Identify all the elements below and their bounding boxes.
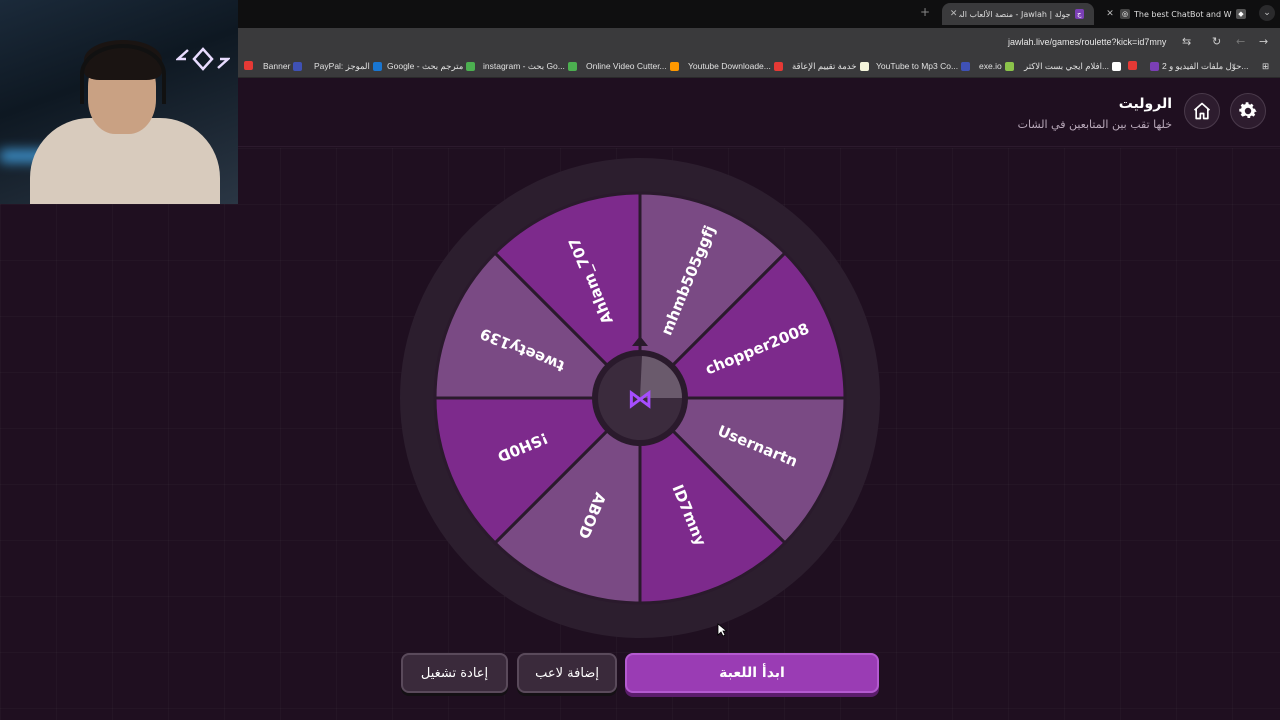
chatbot-favicon-icon: ◎ — [1120, 9, 1130, 19]
bookmark-item[interactable]: instagram - بحث Go... — [483, 61, 577, 72]
settings-button[interactable] — [1230, 93, 1266, 129]
bookmark-item[interactable]: خدمة تقييم الإعاقة — [792, 61, 869, 72]
home-button[interactable] — [1184, 93, 1220, 129]
bookmark-favicon-icon — [773, 61, 783, 71]
forward-icon[interactable]: ← — [1236, 35, 1245, 48]
bookmark-favicon-icon — [669, 61, 679, 71]
bookmark-item[interactable]: exe.io — [979, 61, 1014, 71]
start-game-button[interactable]: ابدأ اللعبة — [625, 653, 879, 693]
gmail-bookmark[interactable] — [244, 61, 253, 70]
streamer-webcam — [0, 0, 238, 204]
gmail-favicon-icon — [244, 61, 253, 70]
extension-icon: ◆ — [1236, 9, 1246, 19]
tab-title: The best ChatBot and Widg — [1134, 9, 1232, 19]
new-tab-button[interactable]: + — [920, 5, 930, 19]
neon-logo-icon — [176, 47, 230, 71]
jawlah-favicon-icon: ج — [1074, 9, 1084, 19]
close-tab-icon[interactable]: ✕ — [948, 9, 959, 19]
bookmark-item[interactable]: 2 حوّل ملفات الفيديو و... — [1150, 61, 1249, 72]
bookmark-item[interactable]: افلام ايجي بست الاكثر... — [1024, 61, 1122, 72]
mouse-cursor-icon — [717, 623, 727, 637]
bookmark-item[interactable] — [1128, 61, 1137, 70]
bookmark-favicon-icon — [1150, 62, 1159, 71]
site-settings-icon[interactable]: ⇆ — [1182, 35, 1191, 48]
bookmark-item[interactable]: YouTube to Mp3 Co... — [876, 61, 971, 71]
jawlah-logo-icon: ⋈ — [627, 385, 653, 415]
bookmark-item[interactable]: Youtube Downloade... — [688, 61, 783, 71]
url-field[interactable]: jawlah.live/games/roulette?kick=id7mny — [1008, 37, 1166, 47]
bookmark-favicon-icon — [859, 62, 869, 71]
tab-title: جولة | Jawlah - منصة الألعاب الت — [959, 9, 1071, 19]
bookmark-favicon-icon — [1004, 61, 1014, 71]
tab-search-chevron-icon[interactable]: ⌄ — [1259, 5, 1275, 21]
paypal-favicon-icon — [372, 62, 382, 71]
page-subtitle: خلها تقب بين المتابعين في الشات — [1017, 118, 1172, 131]
tab-chatbot[interactable]: ✕ ◎ The best ChatBot and Widg ◆ — [1104, 3, 1254, 25]
bookmark-item[interactable]: Banner — [263, 61, 303, 71]
add-player-button[interactable]: إضافة لاعب — [517, 653, 617, 693]
bookmark-item[interactable]: Online Video Cutter... — [586, 61, 679, 71]
roulette-wheel[interactable]: mhmb505ggfj chopper2008 Usernartn ID7mny ABO… — [395, 153, 885, 643]
bookmark-item[interactable]: Google - مترجم بحث — [387, 61, 476, 72]
screen-root: + ✕ جولة | Jawlah - منصة الألعاب الت ج ✕… — [0, 0, 1280, 720]
home-icon — [1193, 102, 1211, 120]
restart-button[interactable]: إعادة تشغيل — [401, 653, 508, 693]
google-favicon-icon — [567, 62, 577, 71]
youtube-favicon-icon — [1128, 61, 1137, 70]
back-icon[interactable]: → — [1259, 35, 1268, 48]
bookmark-favicon-icon — [293, 61, 303, 71]
apps-grid-icon[interactable]: ⊞ — [1262, 61, 1269, 72]
page-title: الروليت — [1118, 96, 1172, 112]
close-tab-icon[interactable]: ✕ — [1104, 9, 1116, 19]
gear-icon — [1239, 102, 1257, 118]
google-favicon-icon — [466, 62, 476, 71]
reload-icon[interactable]: ↻ — [1212, 35, 1221, 48]
bookmark-favicon-icon — [961, 61, 971, 71]
bookmark-favicon-icon — [1112, 62, 1122, 71]
tab-jawlah[interactable]: ✕ جولة | Jawlah - منصة الألعاب الت ج — [942, 3, 1094, 25]
bookmark-item[interactable]: PayPal: الموجز — [314, 61, 382, 72]
wheel-graphic: mhmb505ggfjchopper2008UsernartnID7mnyABO… — [400, 158, 880, 638]
